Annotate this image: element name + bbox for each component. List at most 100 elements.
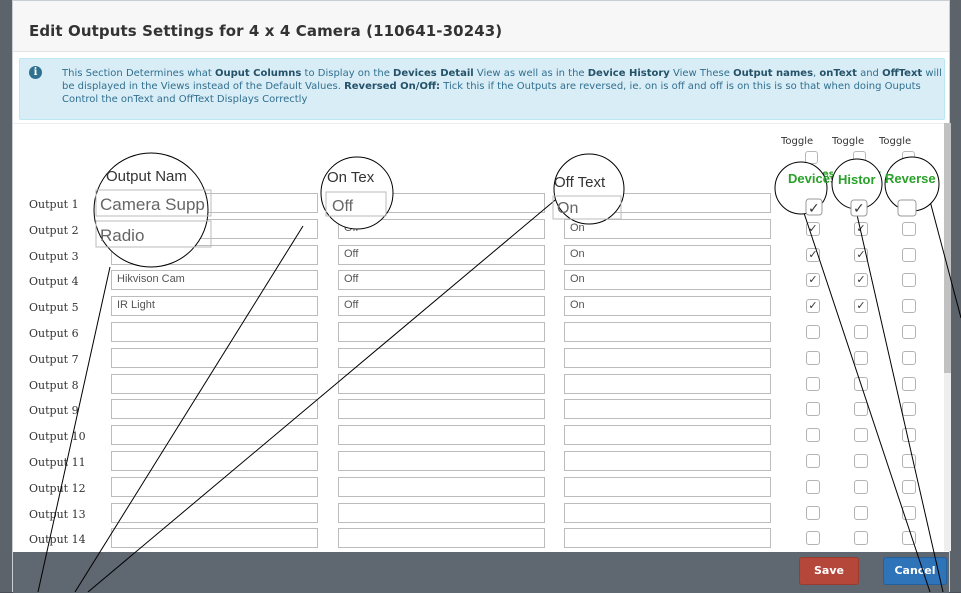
on-text-field[interactable]	[338, 451, 545, 471]
history-checkbox[interactable]	[854, 531, 868, 546]
alert-text-segment: and	[856, 68, 883, 79]
devices-checkbox[interactable]	[806, 505, 820, 520]
devices-checkbox[interactable]	[806, 376, 820, 391]
output-name-field[interactable]	[111, 528, 318, 549]
toggle-all-devices-checkbox[interactable]	[805, 151, 818, 164]
devices-checkbox[interactable]	[806, 350, 820, 365]
output-name-field[interactable]: IR Light	[111, 296, 318, 317]
scrollbar-thumb[interactable]	[944, 123, 951, 373]
history-checkbox[interactable]	[854, 325, 868, 339]
devices-checkbox[interactable]	[806, 196, 820, 210]
on-text-field[interactable]: Off	[338, 244, 545, 265]
output-name-field[interactable]	[111, 347, 318, 368]
history-checkbox[interactable]	[854, 299, 868, 314]
reversed-checkbox[interactable]	[902, 350, 916, 365]
output-name-field[interactable]	[111, 373, 318, 394]
on-text-field[interactable]: Off	[338, 296, 545, 317]
reversed-checkbox[interactable]	[902, 479, 916, 494]
save-button[interactable]: Save	[799, 557, 859, 585]
on-text-field[interactable]	[338, 322, 545, 342]
on-text-field[interactable]: Off	[338, 270, 545, 291]
off-text-field[interactable]	[564, 322, 771, 342]
history-checkbox[interactable]	[854, 454, 868, 468]
output-name-field[interactable]: Hikvison Cam	[111, 270, 318, 291]
content-scrollbar[interactable]	[944, 123, 951, 551]
history-checkbox[interactable]	[854, 402, 868, 417]
info-icon: i	[29, 66, 42, 79]
history-checkbox[interactable]	[854, 196, 868, 210]
history-checkbox[interactable]	[854, 247, 868, 262]
off-text-field[interactable]	[564, 451, 771, 471]
off-text-field[interactable]	[564, 399, 771, 420]
devices-checkbox[interactable]	[806, 479, 820, 494]
alert-emphasis: onText	[819, 68, 857, 79]
history-checkbox[interactable]	[854, 479, 868, 494]
history-checkbox[interactable]	[854, 505, 868, 520]
off-text-field[interactable]: On	[564, 296, 771, 317]
on-text-field[interactable]	[338, 425, 545, 446]
reversed-checkbox[interactable]	[902, 505, 916, 520]
output-name-field[interactable]: Radio	[111, 218, 318, 239]
toggle-all-reversed-checkbox[interactable]	[902, 151, 915, 164]
on-text-field[interactable]	[338, 502, 545, 523]
off-text-field[interactable]: On	[564, 218, 771, 239]
output-name-field[interactable]	[111, 425, 318, 446]
toggle-all-history-checkbox[interactable]	[853, 151, 866, 164]
history-checkbox[interactable]	[854, 273, 868, 288]
output-row: Output 8	[13, 373, 949, 396]
on-text-field[interactable]	[338, 528, 545, 549]
output-name-field[interactable]	[111, 322, 318, 342]
history-checkbox[interactable]	[854, 376, 868, 391]
on-text-field[interactable]	[338, 476, 545, 497]
cancel-button[interactable]: Cancel	[883, 557, 947, 585]
history-checkbox[interactable]	[854, 428, 868, 443]
devices-checkbox[interactable]	[806, 273, 820, 288]
off-text-field[interactable]: On	[564, 270, 771, 291]
history-checkbox[interactable]	[854, 221, 868, 236]
output-name-field[interactable]	[111, 476, 318, 497]
off-text-field[interactable]: On	[564, 193, 771, 213]
reversed-checkbox[interactable]	[902, 247, 916, 262]
devices-checkbox[interactable]	[806, 325, 820, 339]
reversed-checkbox[interactable]	[902, 325, 916, 339]
off-text-field[interactable]	[564, 502, 771, 523]
devices-checkbox[interactable]	[806, 247, 820, 262]
off-text-field[interactable]	[564, 425, 771, 446]
on-text-field[interactable]	[338, 399, 545, 420]
off-text-field[interactable]	[564, 476, 771, 497]
reversed-checkbox[interactable]	[902, 299, 916, 314]
off-text-field[interactable]	[564, 347, 771, 368]
alert-text-segment: View as well as in the	[473, 68, 588, 79]
output-name-field[interactable]: Vastek Cam	[111, 244, 318, 265]
off-text-field[interactable]	[564, 373, 771, 394]
on-text-field[interactable]	[338, 373, 545, 394]
output-row-label: Output 13	[29, 507, 86, 521]
on-text-field[interactable]	[338, 347, 545, 368]
on-text-field[interactable]: Off	[338, 193, 545, 213]
output-name-field[interactable]: Camera Supply	[111, 193, 318, 213]
reversed-checkbox[interactable]	[902, 273, 916, 288]
off-text-field[interactable]	[564, 528, 771, 549]
reversed-checkbox[interactable]	[902, 196, 916, 210]
reversed-checkbox[interactable]	[902, 221, 916, 236]
output-name-field[interactable]	[111, 502, 318, 523]
devices-checkbox[interactable]	[806, 402, 820, 417]
devices-checkbox[interactable]	[806, 454, 820, 468]
devices-checkbox[interactable]	[806, 428, 820, 443]
devices-checkbox[interactable]	[806, 299, 820, 314]
reversed-checkbox[interactable]	[902, 454, 916, 468]
reversed-checkbox[interactable]	[902, 402, 916, 417]
output-row-label: Output 8	[29, 378, 79, 392]
on-text-field[interactable]: Off	[338, 218, 545, 239]
reversed-checkbox[interactable]	[902, 376, 916, 391]
reversed-checkbox[interactable]	[902, 531, 916, 546]
history-checkbox[interactable]	[854, 350, 868, 365]
output-row: Output 14	[13, 528, 949, 550]
output-name-field[interactable]	[111, 451, 318, 471]
output-name-field[interactable]	[111, 399, 318, 420]
output-row: Output 11	[13, 451, 949, 473]
devices-checkbox[interactable]	[806, 221, 820, 236]
off-text-field[interactable]: On	[564, 244, 771, 265]
reversed-checkbox[interactable]	[902, 428, 916, 443]
devices-checkbox[interactable]	[806, 531, 820, 546]
